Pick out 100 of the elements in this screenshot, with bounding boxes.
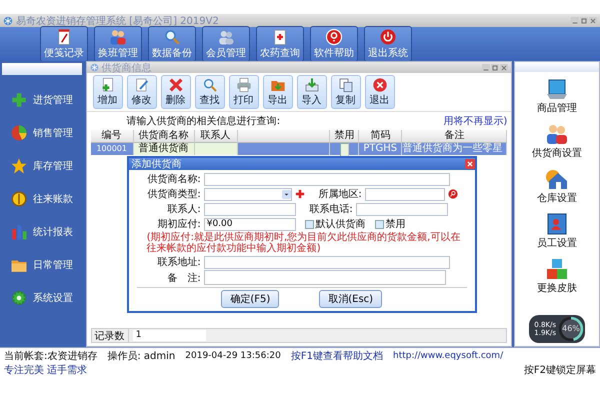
toolbar-button[interactable]: 换班管理 (94, 26, 142, 62)
sidebar-item[interactable]: 销售管理 (0, 123, 84, 143)
shortcut-button[interactable]: 仓库设置 (535, 165, 580, 207)
delete-icon (168, 77, 184, 93)
status-text: 2019-04-29 13:56:20 (185, 351, 281, 361)
toolbar-button[interactable]: 会员管理 (202, 26, 250, 62)
people-icon (217, 28, 235, 46)
tray-arrow-icon (304, 77, 320, 93)
id-card-icon (545, 212, 570, 236)
copy-icon (338, 77, 354, 93)
column-header: 供货商名称 (134, 130, 195, 143)
sidebar-item[interactable]: 往来账款 (0, 189, 84, 209)
toolbar-button[interactable]: 删除 (160, 75, 191, 109)
printer-icon (236, 77, 252, 93)
house-icon (545, 167, 570, 191)
toolbar-button[interactable]: 退出 (364, 75, 395, 109)
dialog-button[interactable]: 取消(Esc) (319, 290, 382, 308)
cubes-icon (545, 257, 570, 281)
toolbar-button[interactable]: 导入 (296, 75, 327, 109)
maximize-icon[interactable] (580, 16, 588, 24)
toolbar-button[interactable]: 数据备份 (148, 26, 196, 62)
checkbox[interactable] (374, 220, 384, 228)
search-icon (448, 189, 458, 199)
checkbox[interactable] (340, 143, 349, 157)
people-icon (109, 28, 127, 46)
input-field[interactable] (356, 202, 448, 216)
plus-icon (10, 91, 28, 109)
toolbar-button[interactable]: 导出 (262, 75, 293, 109)
table-cell: 普通供货商为一些零星 (402, 143, 508, 155)
shortcut-button[interactable]: 员工设置 (535, 210, 580, 252)
close-icon[interactable] (464, 159, 475, 169)
snowflake-icon (90, 63, 99, 72)
checkbox[interactable] (304, 220, 314, 228)
status-text: 按F1键查看帮助文档 (290, 350, 383, 363)
bar-chart-icon (10, 223, 28, 241)
toolbar-button[interactable]: 便笺记录 (40, 26, 88, 62)
shortcut-button[interactable]: 商品管理 (535, 75, 580, 117)
minimize-icon[interactable] (482, 64, 490, 72)
status-text: 专注完美 适手需求 (4, 364, 88, 377)
column-header: 禁用 (330, 130, 360, 143)
field-label: 供货商名称: (146, 172, 201, 186)
computer-icon (545, 77, 570, 101)
column-header: 备注 (402, 130, 508, 143)
shortcut-button[interactable]: 更换皮肤 (535, 255, 580, 297)
table-cell: PTGHS (359, 143, 402, 155)
link[interactable]: http://www.eqysoft.com/ (392, 351, 504, 361)
input-field[interactable]: ¥0.00 (204, 218, 296, 230)
toolbar-button[interactable]: 增加 (92, 75, 123, 109)
gear-icon (10, 289, 28, 307)
toolbar-button[interactable]: 复制 (330, 75, 361, 109)
coin-icon (10, 190, 28, 208)
field-label: 联系地址: (156, 256, 201, 269)
dialog-button[interactable]: 确定(F5) (221, 290, 280, 308)
window-title: 供货商信息 (102, 62, 153, 74)
dropdown-field[interactable] (204, 188, 292, 200)
dialog-title: 添加供货商 (132, 158, 182, 171)
checkbox-label: 禁用 (386, 218, 406, 231)
sidebar-item[interactable]: 系统设置 (0, 288, 84, 308)
star-icon (10, 157, 28, 175)
input-field[interactable] (204, 256, 450, 268)
hint-link[interactable]: 用将不再显示) (443, 114, 508, 128)
usage-percent: 46% (561, 323, 581, 335)
sidebar-item[interactable]: 日常管理 (0, 255, 84, 275)
toolbar-button[interactable]: 软件帮助 (310, 26, 358, 62)
sidebar-item[interactable]: 进货管理 (0, 90, 84, 110)
close-icon[interactable] (500, 64, 508, 72)
table-cell: 100001 (90, 143, 134, 155)
shortcut-button[interactable]: 供货商设置 (530, 120, 584, 162)
sidebar-item[interactable]: 统计报表 (0, 222, 84, 242)
field-label: 联系电话: (308, 202, 353, 216)
minimize-icon[interactable] (571, 16, 579, 24)
column-header: 联系人 (194, 130, 238, 143)
toolbar-button[interactable]: 农药查询 (256, 26, 304, 62)
field-label: 所属地区: (317, 188, 362, 201)
sidebar-item[interactable]: 库存管理 (0, 156, 84, 176)
input-field[interactable] (364, 188, 445, 200)
input-field[interactable] (204, 172, 450, 186)
remark-field[interactable] (204, 270, 446, 285)
toolbar-button[interactable]: 打印 (228, 75, 259, 109)
table-cell: 普通供货商 (134, 143, 195, 155)
toolbar-button[interactable]: 修改 (126, 75, 157, 109)
search-icon (202, 77, 218, 93)
close-icon (372, 77, 388, 93)
plus-icon (294, 189, 305, 199)
status-text: 当前帐套:农资进销存 (4, 350, 98, 363)
field-label: 备 注: (166, 272, 201, 284)
people-icon (545, 122, 570, 146)
toolbar-button[interactable]: 查找 (194, 75, 225, 109)
field-label: 供货商类型: (146, 188, 201, 201)
column-header: 编号 (90, 130, 134, 143)
pie-chart-icon (10, 124, 28, 142)
record-count-label: 记录数 (92, 328, 129, 342)
edit-icon (134, 77, 150, 93)
close-icon[interactable] (589, 16, 597, 24)
maximize-icon[interactable] (491, 64, 500, 72)
window-title: 易奇农资进销存管理系统 [易奇公司] 2019V2 (16, 14, 220, 28)
input-field[interactable] (204, 202, 296, 216)
toolbar-button[interactable]: 退出系统 (364, 26, 412, 62)
table-cell (194, 143, 238, 155)
field-label: 期初应付: (156, 218, 201, 231)
